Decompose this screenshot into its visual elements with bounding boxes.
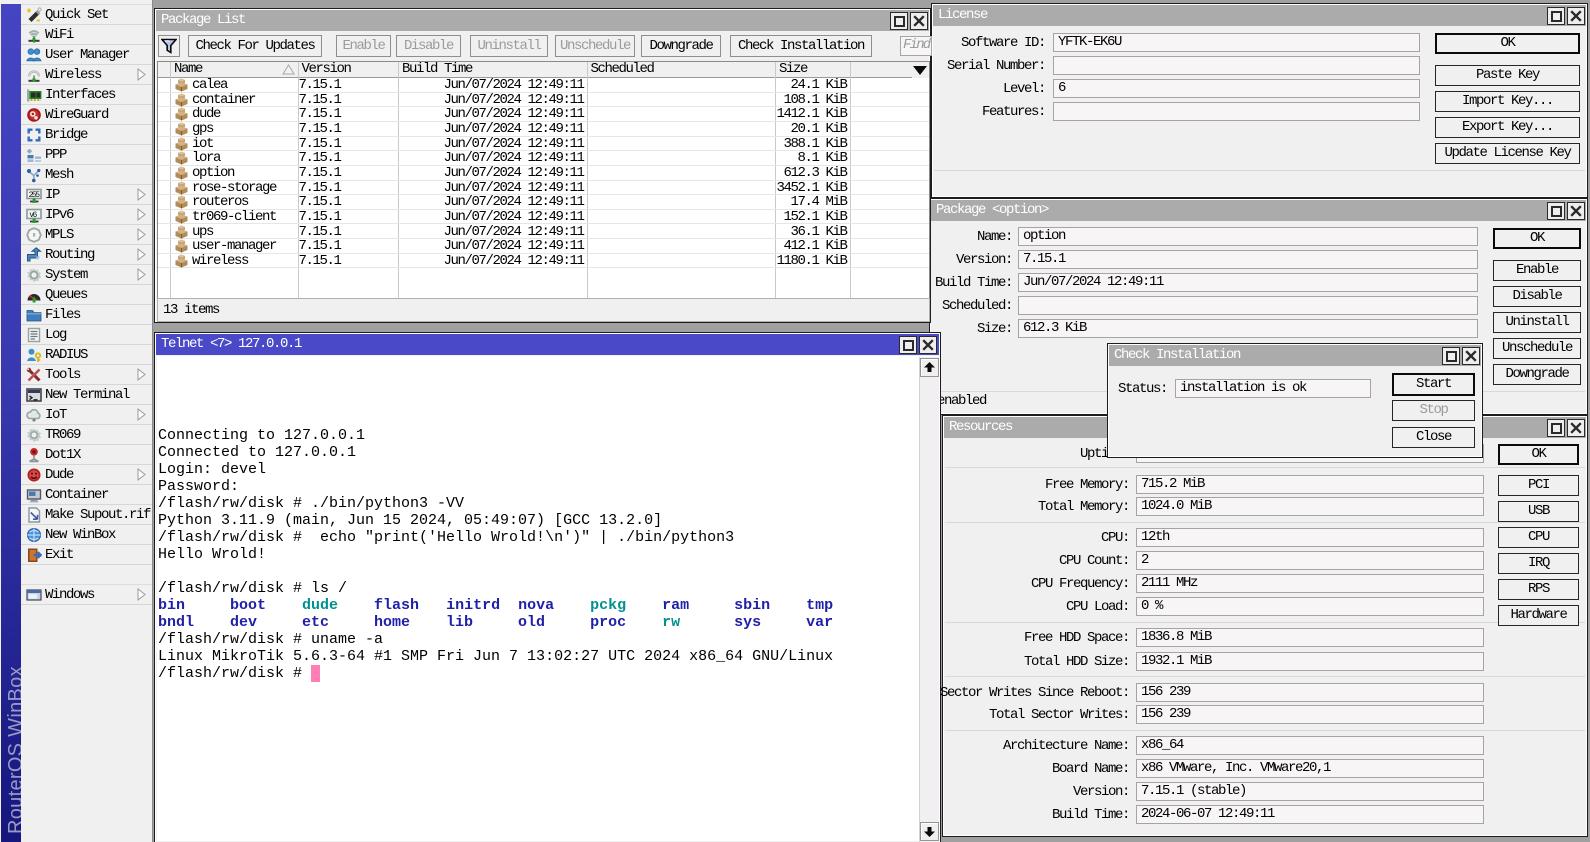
- svg-text:255: 255: [29, 191, 41, 200]
